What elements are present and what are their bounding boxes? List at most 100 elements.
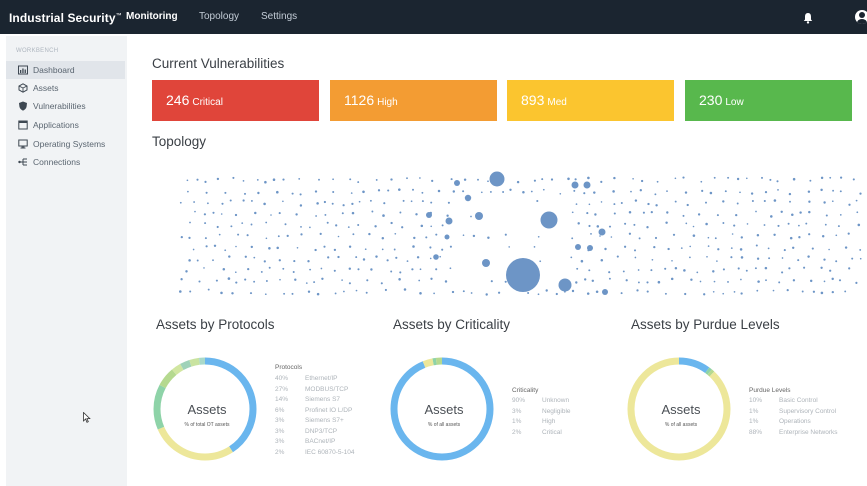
topology-node[interactable] <box>831 200 834 203</box>
topology-node[interactable] <box>840 176 843 179</box>
topology-node[interactable] <box>703 293 706 296</box>
topology-node[interactable] <box>674 177 677 180</box>
topology-node[interactable] <box>666 190 668 192</box>
topology-node[interactable] <box>571 289 575 293</box>
topology-node[interactable] <box>278 259 281 262</box>
topology-node[interactable] <box>282 267 285 270</box>
topology-node[interactable] <box>755 210 757 213</box>
topology-node[interactable] <box>410 200 413 203</box>
topology-node[interactable] <box>295 213 298 216</box>
topology-node[interactable] <box>445 217 453 225</box>
topology-node[interactable] <box>844 290 847 293</box>
topology-node[interactable] <box>633 249 637 252</box>
topology-node[interactable] <box>263 260 266 263</box>
topology-node[interactable] <box>558 278 572 292</box>
topology-node[interactable] <box>739 191 741 194</box>
topology-node[interactable] <box>767 247 770 250</box>
topology-node[interactable] <box>740 292 743 295</box>
topology-node[interactable] <box>777 189 779 191</box>
topology-node[interactable] <box>801 290 804 293</box>
topology-node[interactable] <box>365 291 368 294</box>
topology-node[interactable] <box>333 248 337 252</box>
topology-node[interactable] <box>792 279 796 282</box>
topology-node[interactable] <box>844 246 848 249</box>
topology-node[interactable] <box>369 199 372 202</box>
sidebar-item-operating-systems[interactable]: Operating Systems <box>6 135 125 153</box>
topology-node[interactable] <box>377 189 381 192</box>
topology-node[interactable] <box>831 290 834 294</box>
topology-node[interactable] <box>650 269 653 272</box>
topology-node[interactable] <box>821 234 825 238</box>
topology-node[interactable] <box>537 293 540 296</box>
topology-node[interactable] <box>717 248 720 251</box>
topology-node[interactable] <box>808 200 811 203</box>
topology-node[interactable] <box>185 270 188 273</box>
topology-node[interactable] <box>634 199 638 202</box>
topology-node[interactable] <box>674 200 677 203</box>
topology-node[interactable] <box>188 236 191 240</box>
topology-node[interactable] <box>386 259 389 262</box>
topology-node[interactable] <box>591 279 595 283</box>
topology-node[interactable] <box>637 281 640 284</box>
topology-node[interactable] <box>740 278 742 281</box>
topology-node[interactable] <box>823 201 826 204</box>
topology-node[interactable] <box>580 259 584 263</box>
topology-node[interactable] <box>263 202 266 206</box>
topology-node[interactable] <box>206 202 209 205</box>
topology-node[interactable] <box>444 234 450 240</box>
high-vulnerabilities-card[interactable]: 1126 High <box>330 80 497 121</box>
topology-node[interactable] <box>713 280 716 283</box>
topology-node[interactable] <box>398 278 401 281</box>
topology-node[interactable] <box>684 292 687 296</box>
topology-node[interactable] <box>839 214 842 216</box>
topology-node[interactable] <box>204 222 207 225</box>
topology-graph[interactable] <box>150 155 867 305</box>
topology-node[interactable] <box>807 190 811 193</box>
topology-node[interactable] <box>857 223 861 227</box>
topology-node[interactable] <box>253 280 256 283</box>
topology-node[interactable] <box>348 267 351 270</box>
topology-node[interactable] <box>777 224 780 227</box>
topology-node[interactable] <box>781 271 784 274</box>
topology-node[interactable] <box>824 223 827 226</box>
topology-node[interactable] <box>588 269 591 272</box>
topology-node[interactable] <box>347 226 350 228</box>
topology-node[interactable] <box>419 268 422 271</box>
topology-node[interactable] <box>722 222 725 224</box>
topology-node[interactable] <box>220 213 223 215</box>
topology-node[interactable] <box>452 190 456 193</box>
topology-node[interactable] <box>341 279 343 281</box>
topology-node[interactable] <box>638 237 641 240</box>
topology-node[interactable] <box>282 178 285 181</box>
topology-node[interactable] <box>326 221 329 224</box>
topology-node[interactable] <box>670 277 674 281</box>
topology-node[interactable] <box>433 292 435 295</box>
topology-node[interactable] <box>516 180 520 184</box>
topology-node[interactable] <box>646 226 649 229</box>
topology-node[interactable] <box>193 201 196 203</box>
medium-vulnerabilities-card[interactable]: 893 Med <box>507 80 674 121</box>
topology-node[interactable] <box>218 233 221 236</box>
topology-node[interactable] <box>509 188 512 191</box>
topology-node[interactable] <box>213 244 217 248</box>
topology-node[interactable] <box>839 190 842 193</box>
topology-node[interactable] <box>203 213 207 216</box>
topology-node[interactable] <box>331 202 334 205</box>
topology-node[interactable] <box>242 180 245 182</box>
topology-node[interactable] <box>399 211 402 214</box>
topology-node[interactable] <box>351 202 354 206</box>
topology-node[interactable] <box>567 177 570 181</box>
topology-node[interactable] <box>411 268 414 271</box>
topology-node[interactable] <box>327 256 330 259</box>
sidebar-item-applications[interactable]: Applications <box>6 116 125 134</box>
topology-node[interactable] <box>828 248 830 251</box>
topology-node[interactable] <box>260 270 263 273</box>
topology-node[interactable] <box>735 213 738 217</box>
topology-node[interactable] <box>731 233 734 235</box>
topology-node[interactable] <box>439 255 442 258</box>
topology-node[interactable] <box>254 211 257 215</box>
topology-node[interactable] <box>791 213 794 217</box>
topology-node[interactable] <box>374 225 377 228</box>
topology-node[interactable] <box>696 271 699 274</box>
topology-node[interactable] <box>247 267 250 271</box>
